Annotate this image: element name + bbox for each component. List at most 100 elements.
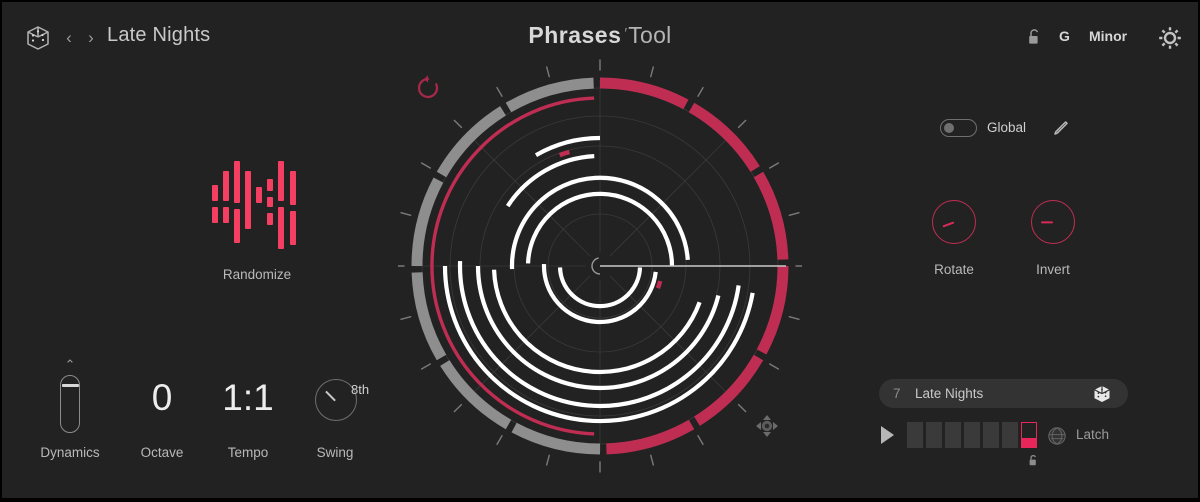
accent-tick — [558, 149, 571, 158]
randomize-button[interactable]: Randomize — [197, 157, 317, 292]
ring-segment-crimson — [606, 419, 695, 455]
plugin-window: ‹ › Late Nights Phrases ′Tool G Minor Ran… — [2, 2, 1198, 498]
invert-knob-ring[interactable] — [1031, 200, 1075, 244]
dice-icon[interactable] — [1092, 384, 1112, 404]
move-crosshair-icon[interactable] — [752, 411, 782, 441]
octave-control[interactable]: 0 Octave — [112, 357, 212, 467]
latch-label: Latch — [1076, 427, 1110, 442]
randomize-bar — [278, 161, 284, 201]
step-cell[interactable] — [964, 422, 980, 448]
radial-svg[interactable] — [398, 54, 802, 478]
randomize-bar — [290, 211, 296, 245]
randomize-bar — [223, 207, 229, 223]
preset-number: 7 — [893, 386, 901, 401]
unlocked-padlock-icon[interactable] — [1027, 453, 1041, 468]
ring-segment-crimson — [753, 171, 789, 260]
latch-circle-icon[interactable] — [1047, 426, 1067, 446]
ring-segment-gray — [440, 359, 512, 430]
tempo-value[interactable]: 1:1 — [198, 375, 298, 421]
randomize-bar — [267, 213, 273, 225]
next-preset-button[interactable]: › — [82, 26, 100, 50]
randomize-bar — [267, 179, 273, 191]
global-row: Global — [940, 115, 1080, 141]
brand-secondary: Tool — [628, 22, 672, 48]
ring-tick — [496, 435, 503, 446]
page-title: Late Nights — [107, 24, 211, 46]
step-cell[interactable] — [1021, 422, 1037, 448]
randomize-label: Randomize — [222, 267, 292, 282]
preset-name: Late Nights — [915, 386, 984, 401]
ring-tick — [650, 454, 655, 466]
randomize-bars-icon — [212, 157, 302, 252]
ring-tick — [697, 86, 704, 97]
step-cell[interactable] — [907, 422, 923, 448]
global-toggle-knob — [944, 123, 954, 133]
reset-arrow-icon[interactable] — [412, 72, 444, 104]
swing-superscript: 8th — [351, 382, 370, 397]
randomize-bar — [256, 187, 262, 203]
global-label: Global — [987, 120, 1027, 135]
rotate-label: Rotate — [934, 262, 974, 277]
dynamics-slider[interactable]: ⌃ Dynamics — [20, 357, 120, 467]
randomize-bar — [234, 209, 240, 243]
ring-tick — [545, 454, 550, 466]
ring-tick — [453, 403, 463, 413]
center-marker — [591, 257, 601, 275]
ring-tick — [737, 119, 747, 129]
dynamics-handle[interactable] — [61, 384, 79, 388]
ring-tick — [769, 363, 780, 370]
preset-selector[interactable]: 7 Late Nights — [879, 379, 1128, 408]
ring-tick — [400, 316, 412, 321]
ring-tick — [737, 403, 747, 413]
randomize-bar — [223, 171, 229, 201]
step-cell[interactable] — [945, 422, 961, 448]
ring-segment-gray — [436, 106, 507, 178]
invert-label: Invert — [1036, 262, 1070, 277]
ring-tick — [545, 66, 550, 78]
ring-tick — [788, 316, 800, 321]
step-cell[interactable] — [983, 422, 999, 448]
unlocked-padlock-icon[interactable] — [1026, 27, 1044, 47]
radial-sequencer[interactable] — [398, 54, 802, 478]
tempo-control[interactable]: 1:1 Tempo — [198, 357, 298, 467]
randomize-bar — [212, 185, 218, 201]
randomize-bar — [245, 171, 251, 229]
invert-knob-pointer — [1041, 221, 1053, 224]
ring-tick — [769, 162, 780, 169]
step-cell-fill — [1022, 438, 1036, 447]
ring-tick — [400, 211, 412, 216]
guide-spoke — [609, 134, 732, 257]
randomize-bar — [267, 197, 273, 207]
invert-knob[interactable]: Invert — [998, 200, 1108, 290]
gear-icon[interactable] — [1156, 24, 1184, 52]
step-cell[interactable] — [1002, 422, 1018, 448]
key-scale[interactable]: Minor — [1089, 28, 1127, 44]
ring-segment-crimson — [693, 354, 764, 426]
play-triangle-icon[interactable] — [881, 426, 894, 444]
brand-tick: ′ — [624, 25, 628, 42]
randomize-bar — [290, 171, 296, 205]
dynamics-label: Dynamics — [40, 445, 100, 460]
octave-value[interactable]: 0 — [112, 375, 212, 421]
transport-bar: Latch — [879, 422, 1139, 472]
randomize-bar — [278, 207, 284, 249]
accent-tick — [655, 280, 663, 290]
ring-tick — [697, 435, 704, 446]
step-cell[interactable] — [926, 422, 942, 448]
randomize-bar — [212, 207, 218, 223]
ring-segment-gray — [411, 177, 444, 267]
phrase-arc — [442, 265, 755, 424]
guide-spoke — [468, 134, 591, 257]
ring-tick — [650, 66, 655, 78]
tempo-label: Tempo — [227, 445, 269, 460]
swing-knob[interactable]: 8th Swing — [285, 357, 385, 467]
key-root[interactable]: G — [1059, 28, 1070, 44]
dice-icon[interactable] — [24, 24, 52, 52]
ring-segment-gray — [511, 422, 601, 455]
chevron-up-icon[interactable]: ⌃ — [20, 357, 120, 373]
ring-tick — [453, 119, 463, 129]
prev-preset-button[interactable]: ‹ — [60, 26, 78, 50]
rotate-knob[interactable]: Rotate — [899, 200, 1009, 290]
ring-tick — [496, 86, 503, 97]
pencil-edit-icon[interactable] — [1050, 117, 1072, 139]
